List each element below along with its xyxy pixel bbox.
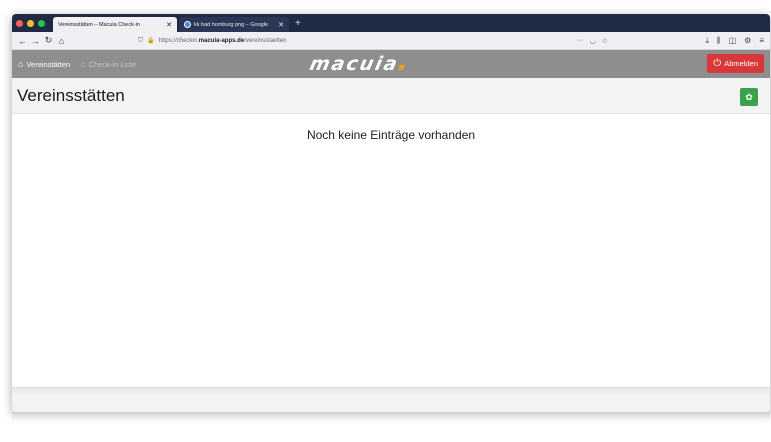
url-prefix: https://checkin. — [158, 37, 199, 44]
nav-label: Vereinstätten — [26, 59, 71, 69]
browser-window: Vereinsstätten – Macuia Check-in ✕ kk ba… — [12, 14, 770, 412]
tab-google[interactable]: kk bad homburg png – Google ✕ — [179, 17, 289, 32]
menu-icon[interactable]: ≡ — [759, 36, 764, 46]
new-tab-icon[interactable]: + — [291, 17, 305, 32]
logout-button[interactable]: ⏻ Abmelden — [707, 54, 764, 73]
close-tab-icon[interactable]: ✕ — [166, 21, 172, 29]
extension-icon[interactable]: ⚙ — [744, 36, 751, 46]
more-actions-icon[interactable]: ··· — [577, 37, 584, 44]
pocket-icon[interactable]: ◡ — [590, 37, 596, 45]
shield-icon[interactable]: ⛉ — [138, 37, 143, 45]
page-bottom-strip — [12, 412, 770, 420]
bookmark-star-icon[interactable]: ☆ — [602, 37, 608, 45]
nav-vereinstaetten[interactable]: ⌂ Vereinstätten — [18, 59, 70, 69]
google-favicon-icon — [184, 21, 191, 28]
reload-icon[interactable]: ↻ — [42, 35, 55, 46]
toolbar-icons: ⤓ ⫼ ◫ ⚙ ≡ — [705, 36, 766, 46]
tab-vereinsstaetten[interactable]: Vereinsstätten – Macuia Check-in ✕ — [53, 17, 177, 32]
logout-label: Abmelden — [724, 59, 758, 68]
tab-bar: Vereinsstätten – Macuia Check-in ✕ kk ba… — [12, 14, 770, 32]
downloads-icon[interactable]: ⤓ — [705, 36, 709, 46]
home-icon[interactable]: ⌂ — [55, 36, 68, 46]
tab-label: kk bad homburg png – Google — [194, 21, 268, 28]
lock-icon[interactable]: 🔒 — [147, 37, 154, 44]
page-title: Vereinsstätten — [17, 85, 125, 105]
power-icon: ⏻ — [713, 58, 722, 69]
building-icon: ⌂ — [80, 59, 86, 69]
empty-state-message: Noch keine Einträge vorhanden — [306, 128, 476, 142]
close-window-icon[interactable] — [16, 19, 23, 27]
page-title-row: Vereinsstätten ✿ — [12, 78, 770, 114]
brand-logo: macuia▪ — [308, 53, 410, 75]
gear-icon: ✿ — [745, 91, 753, 102]
nav-check-in-liste[interactable]: ⌂ Check-in Liste — [80, 59, 136, 69]
footer — [12, 387, 770, 394]
close-tab-icon[interactable]: ✕ — [278, 21, 284, 29]
url-path: /vereinsstaetten — [244, 37, 287, 44]
main-content: Noch keine Einträge vorhanden — [12, 114, 770, 387]
window-controls — [16, 14, 45, 32]
navigation-bar: ← → ↻ ⌂ ⛉ 🔒 https://checkin. macuia-apps.… — [12, 32, 770, 50]
sidebar-icon[interactable]: ◫ — [729, 36, 737, 46]
tab-label: Vereinsstätten – Macuia Check-in — [58, 21, 140, 28]
url-host: macuia-apps.de — [198, 37, 245, 44]
minimize-window-icon[interactable] — [27, 19, 34, 27]
address-bar[interactable]: ⛉ 🔒 https://checkin. macuia-apps.de/verei… — [138, 34, 608, 47]
library-icon[interactable]: ⫼ — [717, 36, 721, 46]
maximize-window-icon[interactable] — [38, 19, 45, 27]
forward-icon[interactable]: → — [29, 36, 42, 46]
app-header: ⌂ Vereinstätten ⌂ Check-in Liste macuia▪… — [12, 50, 770, 78]
brand-accent-dot: ▪ — [396, 62, 408, 73]
nav-label: Check-in Liste — [88, 59, 137, 69]
building-icon: ⌂ — [18, 59, 24, 69]
brand-text: macuia — [307, 53, 402, 75]
back-icon[interactable]: ← — [16, 36, 29, 46]
add-button[interactable]: ✿ — [740, 88, 758, 106]
